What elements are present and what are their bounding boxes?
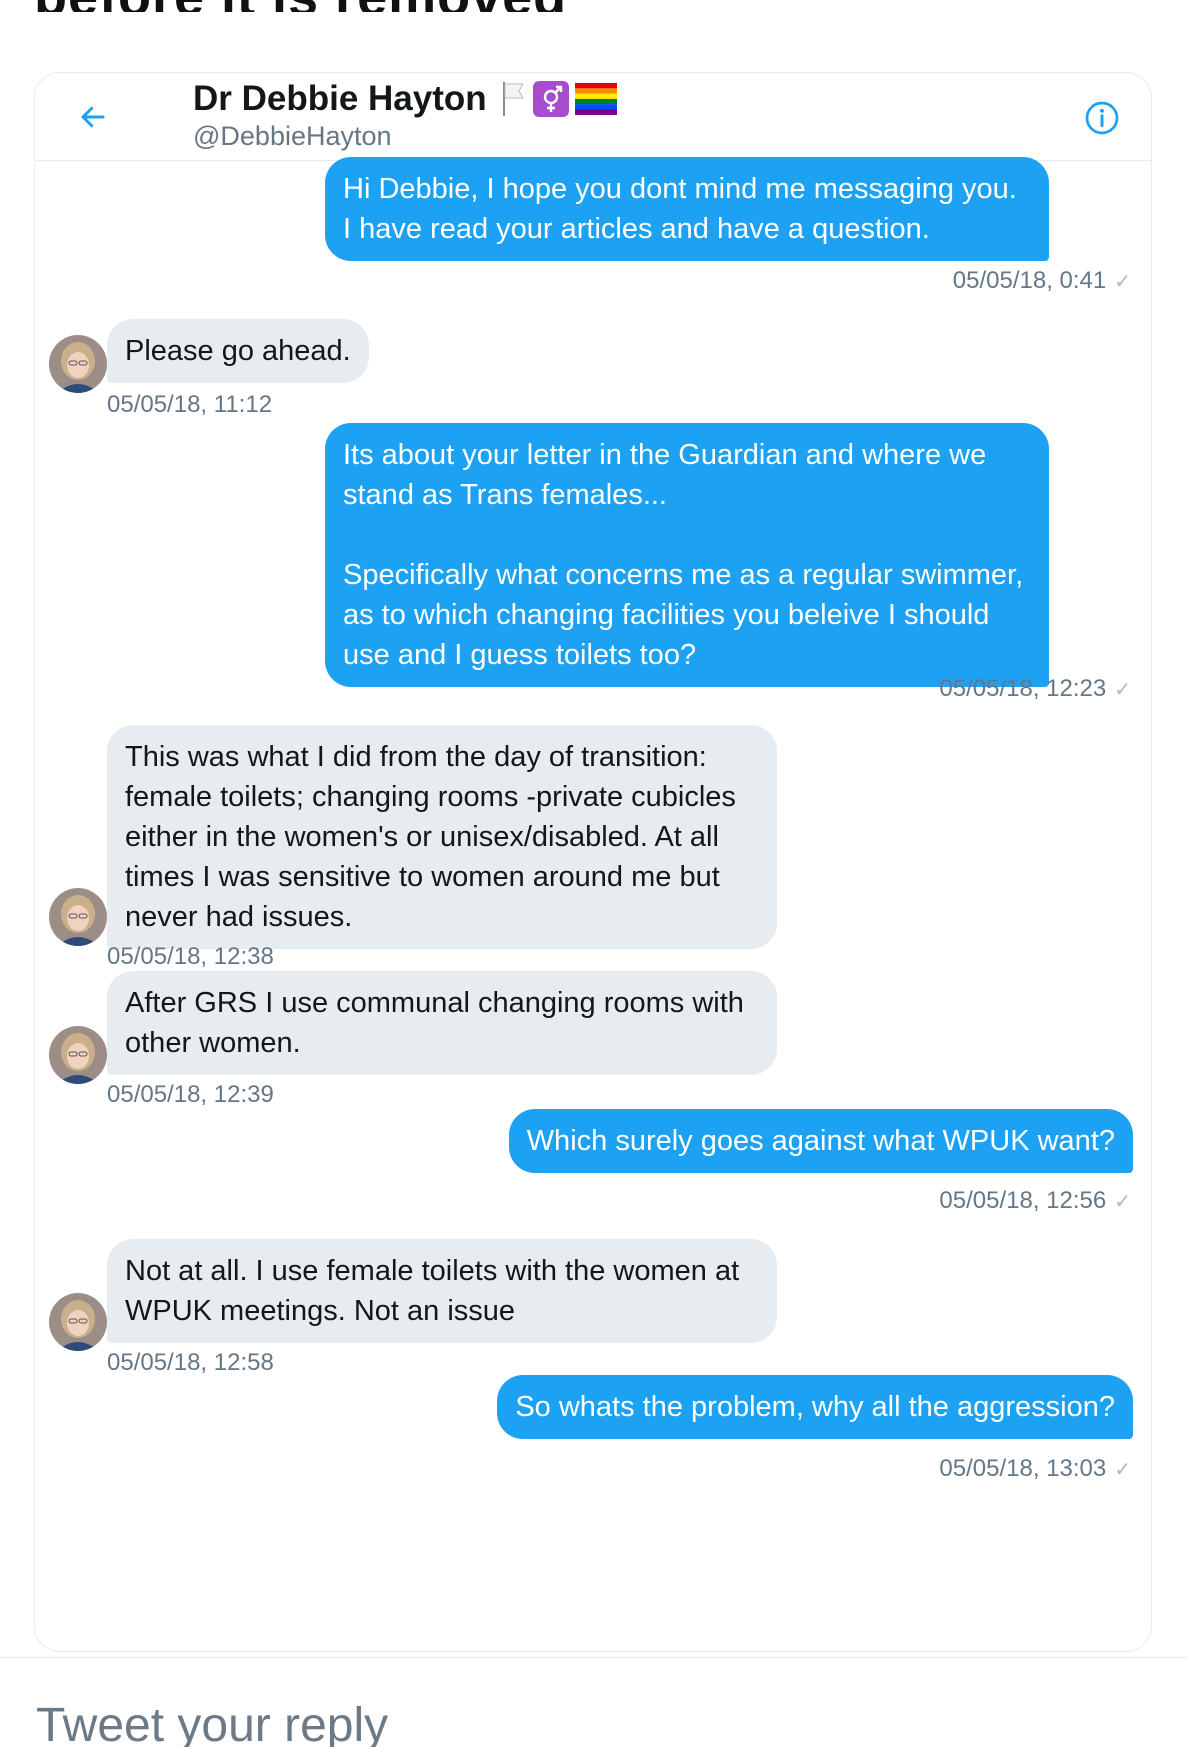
reply-composer: Tweet your reply bbox=[0, 1657, 1187, 1747]
info-icon bbox=[1085, 101, 1119, 135]
user-handle: @DebbieHayton bbox=[193, 121, 392, 151]
timestamp-text: 05/05/18, 12:56 bbox=[939, 1187, 1107, 1214]
conversation-info-button[interactable] bbox=[1083, 99, 1121, 137]
rainbow-flag-icon bbox=[574, 83, 617, 115]
checkmark-icon: ✓ bbox=[1114, 1191, 1131, 1213]
message-text: Hi Debbie, I hope you dont mind me messa… bbox=[343, 173, 1017, 245]
message-text: Its about your letter in the Guardian an… bbox=[343, 439, 987, 511]
white-flag-icon bbox=[502, 82, 524, 116]
message-bubble-outgoing[interactable]: So whats the problem, why all the aggres… bbox=[497, 1375, 1133, 1439]
transgender-symbol-icon bbox=[532, 81, 569, 117]
message-bubble-incoming[interactable]: This was what I did from the day of tran… bbox=[107, 725, 777, 949]
message-bubble-outgoing[interactable]: Hi Debbie, I hope you dont mind me messa… bbox=[325, 157, 1049, 261]
avatar-image bbox=[49, 1026, 107, 1084]
back-arrow-icon bbox=[81, 106, 105, 128]
message-bubble-incoming[interactable]: Not at all. I use female toilets with th… bbox=[107, 1239, 777, 1343]
dm-conversation: Dr Debbie Hayton @DebbieHayton Hi Debbie… bbox=[34, 72, 1152, 1652]
checkmark-icon: ✓ bbox=[1114, 271, 1131, 293]
message-timestamp: 05/05/18, 12:23 ✓ bbox=[939, 675, 1131, 703]
message-bubble-incoming[interactable]: After GRS I use communal changing rooms … bbox=[107, 971, 777, 1075]
display-name: Dr Debbie Hayton bbox=[193, 79, 487, 118]
message-text: Specifically what concerns me as a regul… bbox=[343, 559, 1024, 671]
message-timestamp: 05/05/18, 0:41 ✓ bbox=[953, 267, 1131, 295]
avatar[interactable] bbox=[49, 1293, 107, 1351]
checkmark-icon: ✓ bbox=[1114, 679, 1131, 701]
timestamp-text: 05/05/18, 12:58 bbox=[107, 1349, 274, 1376]
message-bubble-outgoing[interactable]: Its about your letter in the Guardian an… bbox=[325, 423, 1049, 687]
reply-input[interactable]: Tweet your reply bbox=[36, 1698, 388, 1747]
message-timestamp: 05/05/18, 12:39 bbox=[107, 1081, 274, 1109]
timestamp-text: 05/05/18, 11:12 bbox=[107, 391, 273, 418]
message-text: This was what I did from the day of tran… bbox=[125, 741, 736, 933]
avatar[interactable] bbox=[49, 888, 107, 946]
message-bubble-outgoing[interactable]: Which surely goes against what WPUK want… bbox=[508, 1109, 1133, 1173]
page-caption: before it is removed bbox=[34, 0, 567, 12]
checkmark-icon: ✓ bbox=[1114, 1459, 1131, 1481]
avatar-image bbox=[49, 1293, 107, 1351]
message-bubble-incoming[interactable]: Please go ahead. bbox=[107, 319, 369, 383]
message-text: Not at all. I use female toilets with th… bbox=[125, 1255, 740, 1327]
back-button[interactable] bbox=[73, 97, 113, 137]
name-emojis bbox=[501, 80, 617, 118]
avatar-image bbox=[49, 335, 107, 393]
avatar-image bbox=[49, 888, 107, 946]
message-text: Which surely goes against what WPUK want… bbox=[526, 1125, 1115, 1157]
avatar[interactable] bbox=[49, 1026, 107, 1084]
timestamp-text: 05/05/18, 13:03 bbox=[939, 1455, 1107, 1482]
avatar[interactable] bbox=[49, 335, 107, 393]
header-user-info[interactable]: Dr Debbie Hayton @DebbieHayton bbox=[193, 79, 617, 152]
timestamp-text: 05/05/18, 12:39 bbox=[107, 1081, 274, 1108]
message-text: Please go ahead. bbox=[125, 335, 351, 367]
message-timestamp: 05/05/18, 13:03 ✓ bbox=[939, 1455, 1131, 1483]
message-timestamp: 05/05/18, 11:12 bbox=[107, 391, 272, 419]
timestamp-text: 05/05/18, 0:41 bbox=[952, 267, 1107, 294]
message-timestamp: 05/05/18, 12:38 bbox=[107, 943, 274, 971]
message-text: After GRS I use communal changing rooms … bbox=[125, 987, 744, 1059]
timestamp-text: 05/05/18, 12:38 bbox=[107, 943, 274, 970]
conversation-header: Dr Debbie Hayton @DebbieHayton bbox=[35, 73, 1151, 161]
message-timestamp: 05/05/18, 12:58 bbox=[107, 1349, 274, 1377]
message-text: So whats the problem, why all the aggres… bbox=[515, 1391, 1115, 1423]
timestamp-text: 05/05/18, 12:23 bbox=[939, 675, 1107, 702]
message-timestamp: 05/05/18, 12:56 ✓ bbox=[939, 1187, 1131, 1215]
